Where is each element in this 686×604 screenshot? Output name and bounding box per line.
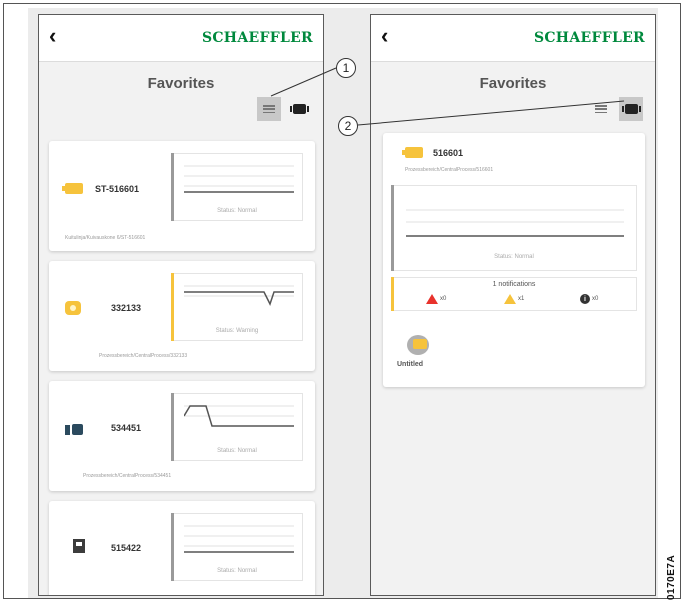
callout-leaders [270,67,625,126]
callout-1: 1 [336,58,356,78]
figure-code: 0170E7A [666,554,677,600]
callout-2: 2 [338,116,358,136]
